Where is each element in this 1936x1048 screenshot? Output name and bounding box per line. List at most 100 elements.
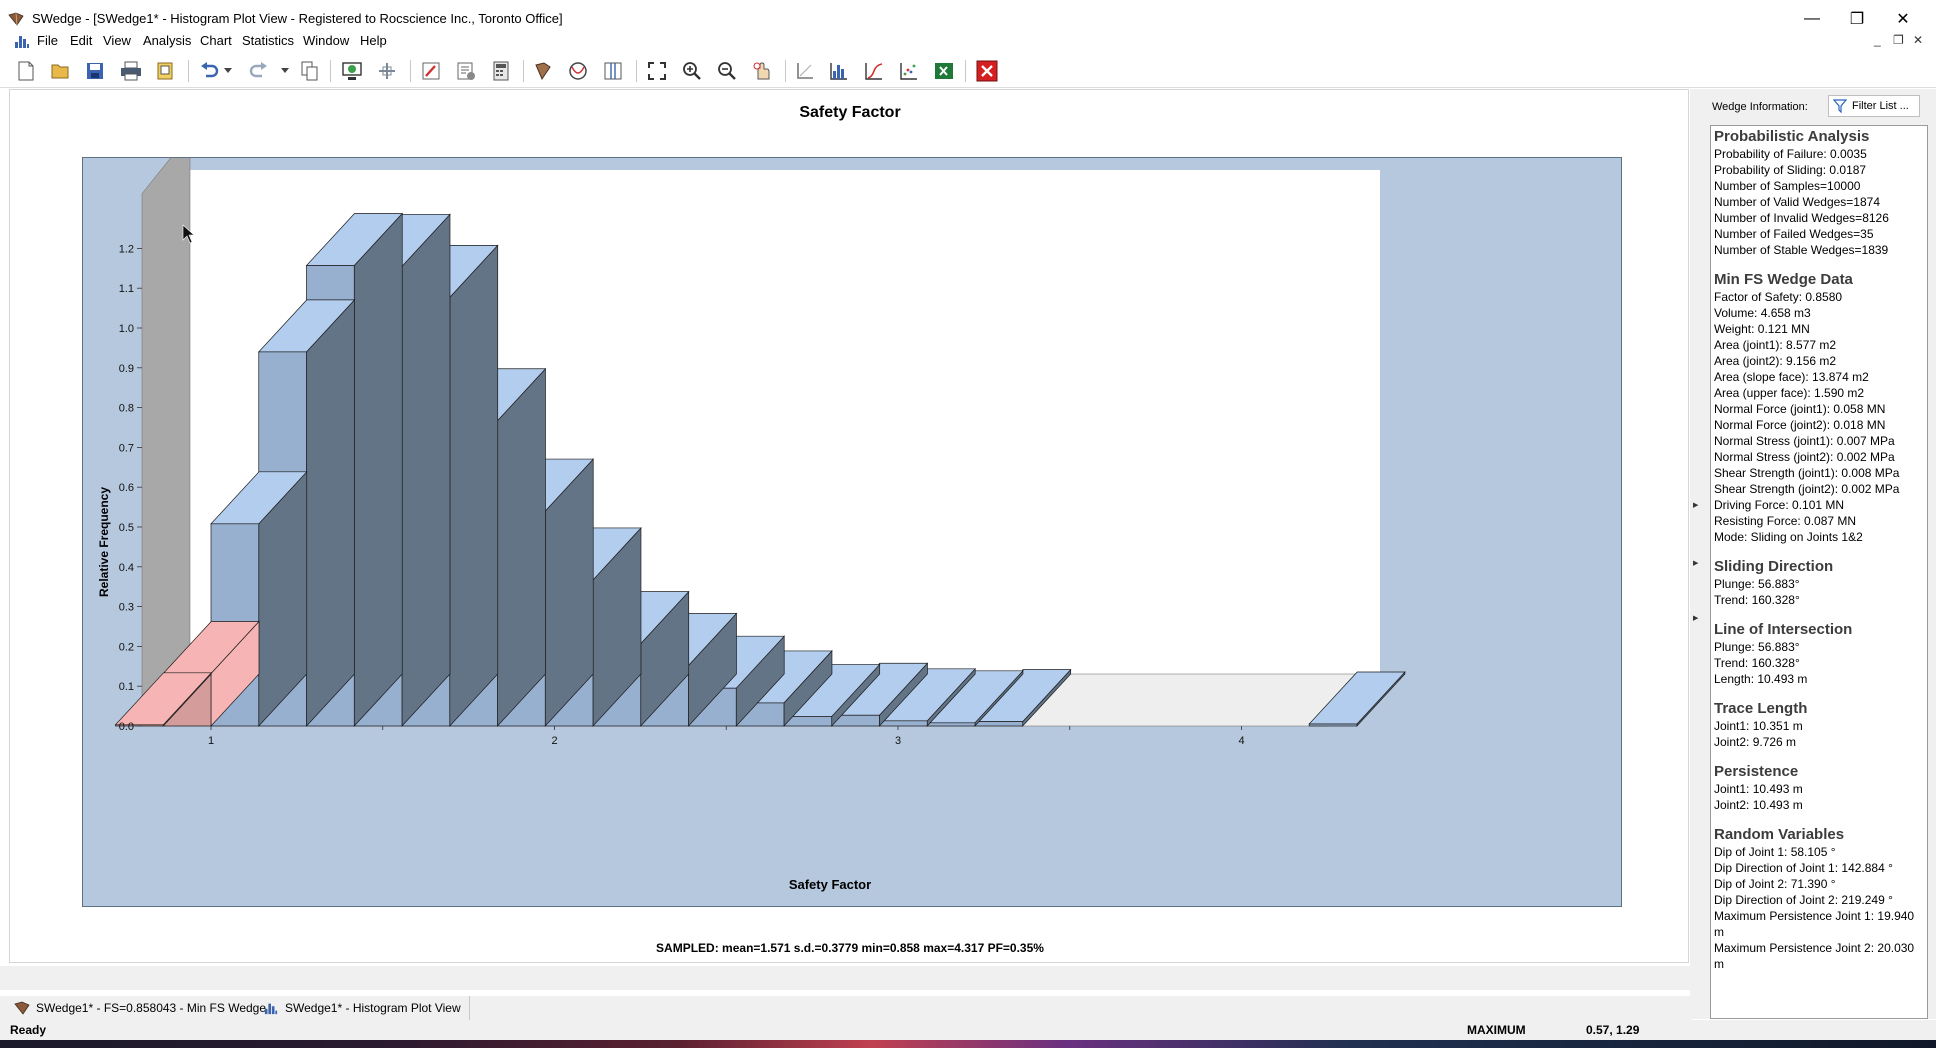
info-line: Normal Stress (joint1): 0.007 MPa <box>1714 434 1895 448</box>
info-line: Weight: 0.121 MN <box>1714 322 1810 336</box>
info-line: Mode: Sliding on Joints 1&2 <box>1714 530 1863 544</box>
undo-dropdown-icon[interactable] <box>221 58 235 84</box>
y-tick-label: 0.9 <box>119 363 134 375</box>
tab-histogram-plot-view[interactable]: SWedge1* - Histogram Plot View <box>263 996 461 1020</box>
section-title: Sliding Direction <box>1714 558 1834 575</box>
wedge-info-header: Wedge Information: <box>1712 101 1808 113</box>
y-tick-label: 0.7 <box>119 442 134 454</box>
close-view-icon[interactable] <box>974 58 1000 84</box>
info-line: Resisting Force: 0.087 MN <box>1714 514 1857 528</box>
undo-icon[interactable] <box>197 58 223 84</box>
filter-list-button[interactable]: Filter List ... <box>1828 95 1920 117</box>
columns-icon[interactable] <box>600 58 626 84</box>
histogram-chart[interactable]: 0.0 0.1 0.2 0.3 0.4 0.5 0.6 0.7 0.8 0.9 1.0 1.1 1.2 1… <box>83 158 1623 908</box>
section-title: Probabilistic Analysis <box>1714 128 1870 145</box>
window-title: SWedge - [SWedge1* - Histogram Plot View… <box>32 11 563 26</box>
info-line: Factor of Safety: 0.8580 <box>1714 290 1843 304</box>
info-line: Shear Strength (joint2): 0.002 MPa <box>1714 482 1900 496</box>
status-mode: MAXIMUM <box>1467 1023 1526 1037</box>
tab-label: SWedge1* - FS=0.858043 - Min FS Wedge <box>36 1001 267 1015</box>
sphere-icon[interactable] <box>565 58 591 84</box>
info-line: Number of Failed Wedges=35 <box>1714 227 1874 241</box>
info-line: Normal Stress (joint2): 0.002 MPa <box>1714 450 1895 464</box>
menu-help[interactable]: Help <box>360 33 387 48</box>
y-tick-label: 0.0 <box>119 721 134 733</box>
add-point-icon[interactable] <box>374 58 400 84</box>
section-title: Random Variables <box>1714 826 1845 843</box>
pan-icon[interactable] <box>749 58 775 84</box>
x-tick-label: 4 <box>1238 735 1244 747</box>
zoom-in-icon[interactable] <box>679 58 705 84</box>
restore-button[interactable]: ❐ <box>1834 6 1880 32</box>
histogram-icon[interactable] <box>826 58 852 84</box>
info-line: Joint1: 10.493 m <box>1714 782 1803 796</box>
excel-icon[interactable] <box>931 58 957 84</box>
menu-statistics[interactable]: Statistics <box>242 33 294 48</box>
menu-view[interactable]: View <box>103 33 131 48</box>
mdi-minimize-button[interactable]: _ <box>1874 33 1881 47</box>
panel-splitter[interactable]: ▶ ▶ ▶ <box>1690 89 1702 1019</box>
filter-button-label: Filter List ... <box>1852 100 1909 112</box>
info-line: Shear Strength (joint1): 0.008 MPa <box>1714 466 1900 480</box>
info-line: Joint1: 10.351 m <box>1714 719 1803 733</box>
tab-divider <box>469 996 470 1020</box>
info-line: Dip Direction of Joint 1: 142.884 ° <box>1714 861 1893 875</box>
tab-min-fs-wedge[interactable]: SWedge1* - FS=0.858043 - Min FS Wedge <box>14 996 266 1020</box>
print-preview-icon[interactable] <box>153 58 179 84</box>
chart-title: Safety Factor <box>799 104 901 121</box>
calculator-icon[interactable] <box>488 58 514 84</box>
info-line: Number of Samples=10000 <box>1714 179 1861 193</box>
open-folder-icon[interactable] <box>47 58 73 84</box>
menu-analysis[interactable]: Analysis <box>143 33 191 48</box>
bar-side-face <box>497 367 546 727</box>
info-line: Plunge: 56.883° <box>1714 577 1800 591</box>
redo-icon[interactable] <box>245 58 271 84</box>
wedge-view-icon[interactable] <box>339 58 365 84</box>
y-tick-label: 0.6 <box>119 482 134 494</box>
print-icon[interactable] <box>118 58 144 84</box>
minimize-button[interactable]: — <box>1789 6 1835 32</box>
chart-frame: 0.0 0.1 0.2 0.3 0.4 0.5 0.6 0.7 0.8 0.9 1.0 1.1 1.2 1… <box>82 157 1622 907</box>
splitter-arrow-icon: ▶ <box>1693 560 1699 567</box>
close-button[interactable]: ✕ <box>1880 6 1926 32</box>
zoom-all-icon[interactable] <box>644 58 670 84</box>
status-coordinates: 0.57, 1.29 <box>1586 1023 1640 1037</box>
wedge-info-panel: Wedge Information: Filter List ... Proba… <box>1702 89 1936 1019</box>
scatter-icon[interactable] <box>896 58 922 84</box>
menu-window[interactable]: Window <box>303 33 349 48</box>
info-line: Trend: 160.328° <box>1714 656 1800 670</box>
info-line: Trend: 160.328° <box>1714 593 1800 607</box>
menu-edit[interactable]: Edit <box>70 33 92 48</box>
zoom-out-icon[interactable] <box>714 58 740 84</box>
x-tick-label: 1 <box>208 735 214 747</box>
section-title: Trace Length <box>1714 700 1808 717</box>
bar-front-face <box>879 720 928 727</box>
mdi-restore-button[interactable]: ❐ <box>1893 33 1904 47</box>
swedge-app-icon <box>8 12 24 26</box>
wedge-info-text[interactable]: Probabilistic Analysis Probability of Fai… <box>1710 125 1928 1019</box>
menu-bar: File Edit View Analysis Chart Statistics… <box>0 30 1936 52</box>
redo-dropdown-icon[interactable] <box>278 58 292 84</box>
copy-icon[interactable] <box>297 58 323 84</box>
info-line: Number of Valid Wedges=1874 <box>1714 195 1880 209</box>
info-line: Joint2: 9.726 m <box>1714 735 1797 749</box>
axes-icon[interactable] <box>792 58 818 84</box>
y-tick-label: 1.0 <box>119 323 134 335</box>
save-icon[interactable] <box>82 58 108 84</box>
status-bar: Ready MAXIMUM 0.57, 1.29 <box>0 1020 1936 1040</box>
info-line: Number of Invalid Wedges=8126 <box>1714 211 1889 225</box>
settings-icon[interactable] <box>453 58 479 84</box>
menu-chart[interactable]: Chart <box>200 33 232 48</box>
info-line: Dip Direction of Joint 2: 219.249 ° <box>1714 893 1893 907</box>
x-axis-label: Safety Factor <box>789 877 871 892</box>
info-line: Area (joint1): 8.577 m2 <box>1714 338 1837 352</box>
info-line: Joint2: 10.493 m <box>1714 798 1803 812</box>
y-tick-label: 1.1 <box>119 283 134 295</box>
new-file-icon[interactable] <box>13 58 39 84</box>
edit-icon[interactable] <box>418 58 444 84</box>
bar-side-face <box>449 244 499 727</box>
mdi-close-button[interactable]: ✕ <box>1913 33 1923 47</box>
menu-file[interactable]: File <box>37 33 58 48</box>
book-icon[interactable] <box>530 58 556 84</box>
cumulative-icon[interactable] <box>861 58 887 84</box>
